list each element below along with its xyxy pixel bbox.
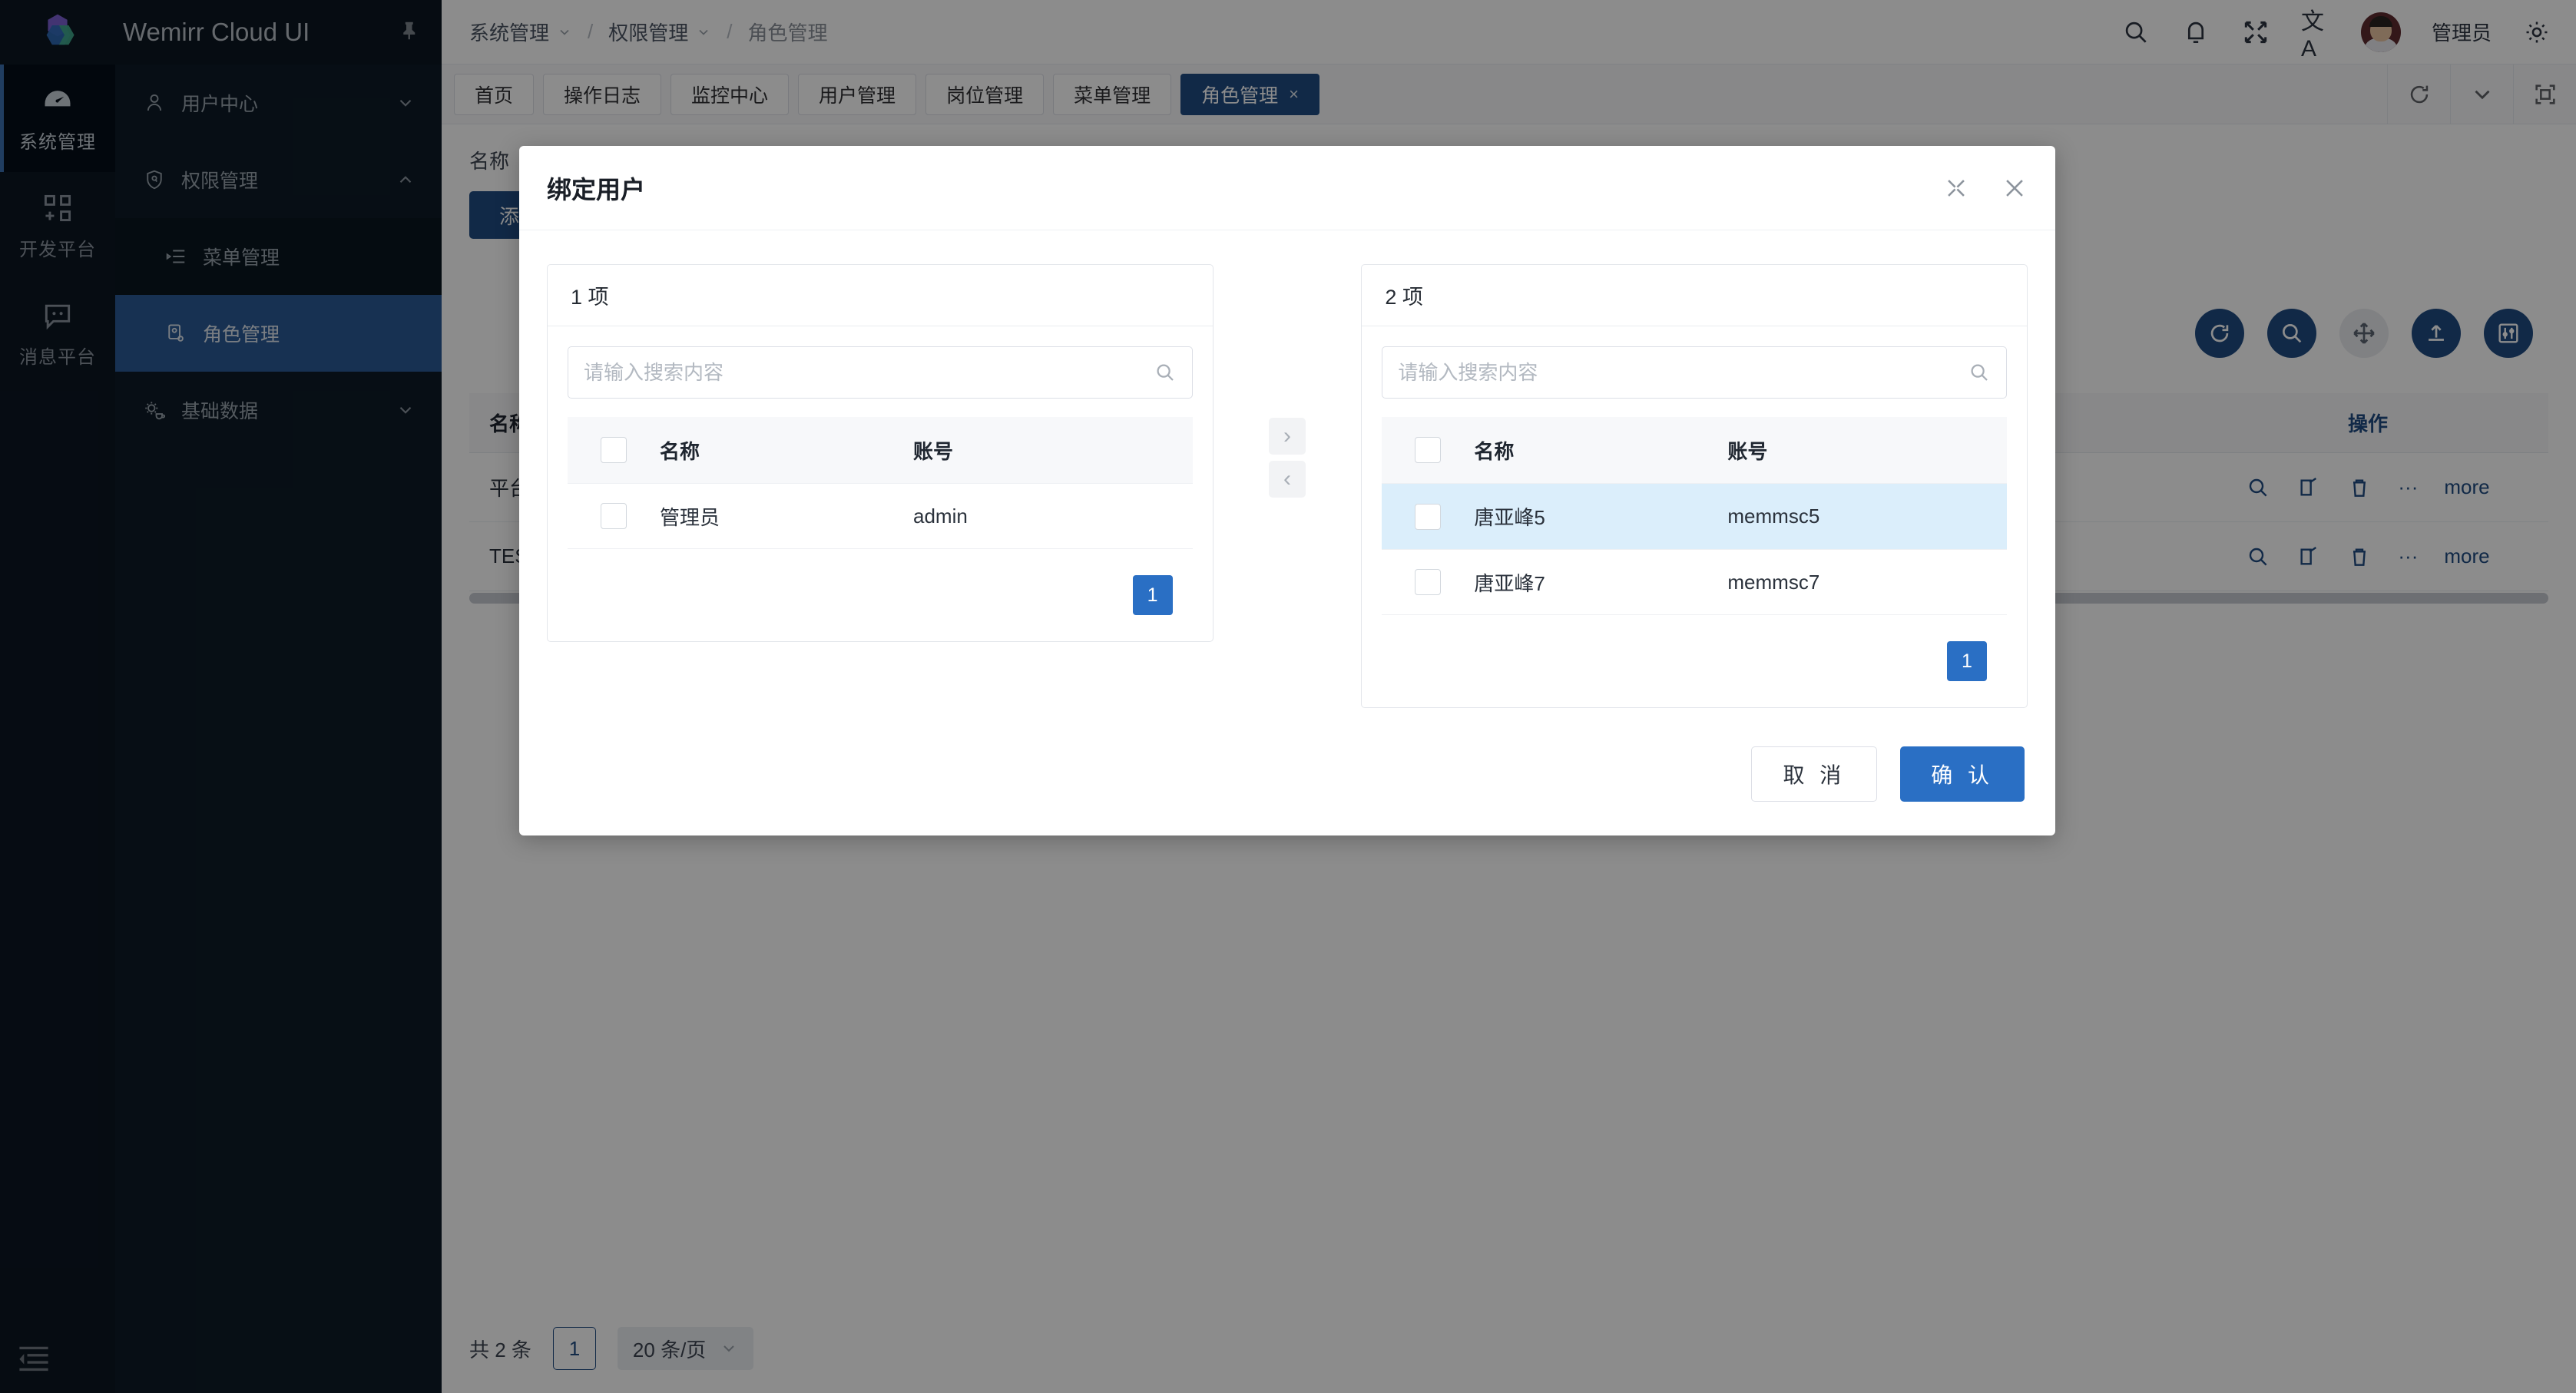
modal-header-controls: [1943, 175, 2028, 201]
left-panel-count: 1 项: [548, 265, 1213, 326]
expand-icon[interactable]: [1943, 175, 1969, 201]
search-icon[interactable]: [1154, 361, 1177, 384]
right-table-row[interactable]: 唐亚峰7 memmsc7: [1382, 549, 2007, 615]
left-table-header: 名称 账号: [568, 417, 1193, 483]
left-row-checkbox[interactable]: [601, 503, 627, 529]
right-cell-name: 唐亚峰5: [1474, 506, 1545, 529]
left-select-all-checkbox[interactable]: [601, 437, 627, 463]
left-table-row[interactable]: 管理员 admin: [568, 483, 1193, 549]
search-icon[interactable]: [1968, 361, 1991, 384]
right-column-account: 账号: [1727, 439, 1768, 463]
right-search-input[interactable]: [1398, 360, 1958, 385]
modal-header: 绑定用户: [519, 146, 2055, 230]
app-root: 系统管理 开发平台 消息平台 Wemirr Cloud UI 用户中心 权限管理…: [0, 0, 2576, 1393]
right-panel-pagination: 1: [1382, 615, 2007, 707]
right-select-all-cell: [1382, 437, 1474, 463]
right-row-checkbox[interactable]: [1415, 503, 1442, 530]
right-cell-account: memmsc7: [1727, 570, 1820, 594]
left-panel-pagination: 1: [568, 549, 1193, 641]
right-cell-name: 唐亚峰7: [1474, 571, 1545, 595]
left-column-name: 名称: [660, 439, 700, 463]
right-column-name: 名称: [1474, 439, 1515, 463]
left-search-input[interactable]: [584, 360, 1144, 385]
bind-user-modal: 绑定用户 1 项 名称: [519, 146, 2055, 835]
left-column-account: 账号: [913, 439, 954, 463]
right-row-checkbox-cell: [1382, 569, 1474, 595]
modal-title: 绑定用户: [547, 175, 646, 203]
left-row-checkbox-cell: [568, 503, 660, 529]
right-row-checkbox-cell: [1382, 503, 1474, 530]
right-row-checkbox[interactable]: [1415, 569, 1442, 595]
transfer-left-panel: 1 项 名称 账号: [547, 264, 1214, 642]
transfer-right-panel: 2 项 名称 账号: [1361, 264, 2028, 708]
transfer-to-right-button[interactable]: ›: [1269, 418, 1306, 455]
right-select-all-checkbox[interactable]: [1415, 437, 1442, 463]
right-page-button[interactable]: 1: [1947, 641, 1987, 681]
confirm-button[interactable]: 确 认: [1900, 746, 2025, 802]
left-cell-account: admin: [913, 504, 968, 528]
left-search-box[interactable]: [568, 346, 1193, 399]
right-search-box[interactable]: [1382, 346, 2007, 399]
transfer-to-left-button[interactable]: ‹: [1269, 461, 1306, 498]
left-page-button[interactable]: 1: [1132, 575, 1173, 615]
right-cell-account: memmsc5: [1727, 505, 1820, 528]
cancel-button[interactable]: 取 消: [1751, 746, 1878, 802]
left-select-all-cell: [568, 437, 660, 463]
transfer-widget: 1 项 名称 账号: [519, 230, 2055, 723]
left-panel-body: 名称 账号 管理员 admin 1: [548, 326, 1213, 641]
modal-footer: 取 消 确 认: [519, 723, 2055, 835]
right-panel-body: 名称 账号 唐亚峰5 memmsc5 唐亚峰7: [1362, 326, 2027, 707]
right-table-header: 名称 账号: [1382, 417, 2007, 483]
right-table-row[interactable]: 唐亚峰5 memmsc5: [1382, 483, 2007, 549]
left-cell-name: 管理员: [660, 505, 720, 529]
right-panel-count: 2 项: [1362, 265, 2027, 326]
close-icon[interactable]: [2002, 175, 2028, 201]
transfer-controls: › ‹: [1214, 264, 1362, 498]
